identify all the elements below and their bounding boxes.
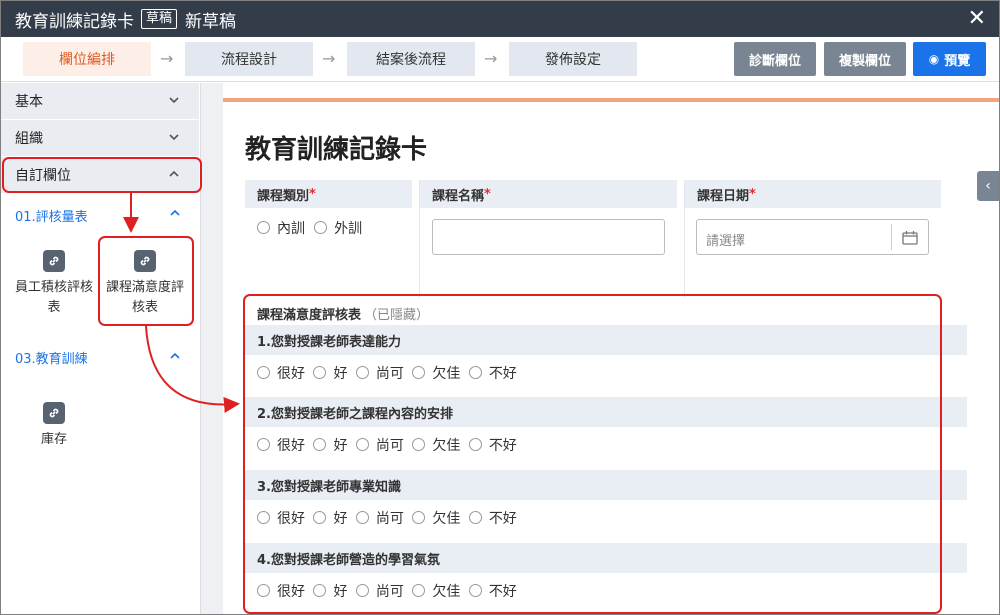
rating-options: 很好 好 尚可 欠佳 不好 — [257, 435, 521, 455]
field-item-label: 員工積核評核 — [14, 280, 93, 295]
close-icon[interactable]: ✕ — [968, 6, 986, 31]
course-date-picker[interactable]: 請選擇 — [696, 219, 929, 255]
radio-option[interactable]: 尚可 — [355, 435, 404, 455]
sidebar-group-custom[interactable]: 自訂欄位 — [1, 157, 199, 193]
preview-label: 預覽 — [944, 53, 971, 69]
step-post-close-flow[interactable]: 結案後流程 — [347, 42, 475, 76]
link-icon — [43, 250, 65, 272]
field-item-course-satisfaction[interactable]: 課程滿意度評 核表 — [100, 250, 190, 318]
arrow-right-icon: → — [160, 49, 174, 68]
hidden-note: （已隱藏） — [364, 308, 430, 323]
link-icon — [43, 402, 65, 424]
field-item-label: 核表 — [131, 300, 158, 315]
field-label: 課程日期 — [697, 188, 750, 204]
arrow-right-icon: → — [322, 49, 336, 68]
subgroup-evaluation[interactable]: 01.評核量表 — [15, 206, 88, 225]
radio-option[interactable]: 欠佳 — [412, 508, 460, 528]
link-icon — [134, 250, 156, 272]
form-canvas: ‹ 教育訓練記錄卡 課程類別* 內訓 外訓 課程名稱* 課程日期* 請選擇 — [223, 83, 999, 614]
eye-icon: ◉ — [928, 52, 940, 66]
section-title: 課程滿意度評核表 （已隱藏） — [257, 308, 430, 323]
window-title: 教育訓練記錄卡 — [15, 11, 134, 32]
radio-option[interactable]: 欠佳 — [412, 581, 460, 601]
form-title: 教育訓練記錄卡 — [245, 135, 428, 165]
required-mark: * — [749, 186, 756, 202]
field-course-name-label[interactable]: 課程名稱 * — [420, 180, 677, 208]
radio-option[interactable]: 很好 — [257, 363, 305, 383]
collapse-panel-icon[interactable]: ‹ — [977, 171, 999, 201]
radio-option[interactable]: 不好 — [468, 435, 517, 455]
canvas-gutter — [201, 83, 223, 614]
field-label: 課程類別 — [257, 188, 310, 204]
chevron-up-icon[interactable] — [168, 349, 182, 363]
radio-option[interactable]: 外訓 — [314, 218, 362, 238]
diagnose-button[interactable]: 診斷欄位 — [734, 42, 816, 76]
title-bar: 教育訓練記錄卡 草稿 新草稿 ✕ — [1, 1, 999, 37]
field-label: 課程名稱 — [432, 188, 485, 204]
field-item-inventory[interactable]: 庫存 — [9, 402, 99, 450]
radio-option[interactable]: 尚可 — [355, 508, 404, 528]
radio-option[interactable]: 不好 — [468, 363, 517, 383]
copy-field-button[interactable]: 複製欄位 — [824, 42, 906, 76]
draft-name: 新草稿 — [185, 11, 237, 32]
radio-option[interactable]: 好 — [313, 581, 347, 601]
field-course-date-label[interactable]: 課程日期 * — [685, 180, 941, 208]
field-course-category-label[interactable]: 課程類別 * — [245, 180, 412, 208]
step-flow-design[interactable]: 流程設計 — [185, 42, 313, 76]
sidebar-group-org[interactable]: 組織 — [1, 120, 199, 156]
required-mark: * — [484, 186, 491, 202]
field-sidebar: 基本 組織 自訂欄位 01.評核量表 員工積核評核 表 課程滿意度評 核表 03… — [1, 83, 201, 614]
course-name-input[interactable] — [432, 219, 665, 255]
radio-option[interactable]: 好 — [313, 363, 347, 383]
sidebar-group-label: 組織 — [15, 131, 43, 147]
question-heading[interactable]: 3.您對授課老師專業知識 — [245, 470, 967, 500]
radio-option[interactable]: 尚可 — [355, 363, 404, 383]
draft-badge: 草稿 — [141, 9, 178, 29]
rating-options: 很好 好 尚可 欠佳 不好 — [257, 508, 521, 528]
subgroup-training[interactable]: 03.教育訓練 — [15, 348, 88, 367]
course-category-options: 內訓 外訓 — [257, 218, 366, 238]
steps-bar: 欄位編排 → 流程設計 → 結案後流程 → 發佈設定 診斷欄位 複製欄位 ◉ 預… — [1, 37, 999, 82]
question-heading[interactable]: 2.您對授課老師之課程內容的安排 — [245, 397, 967, 427]
date-placeholder: 請選擇 — [706, 234, 746, 249]
radio-option[interactable]: 很好 — [257, 435, 305, 455]
rating-options: 很好 好 尚可 欠佳 不好 — [257, 581, 521, 601]
preview-button[interactable]: ◉ 預覽 — [913, 42, 986, 76]
question-heading[interactable]: 1.您對授課老師表達能力 — [245, 325, 967, 355]
radio-option[interactable]: 好 — [313, 435, 347, 455]
sidebar-group-label: 基本 — [15, 94, 43, 110]
radio-option[interactable]: 不好 — [468, 581, 517, 601]
accent-line — [223, 98, 999, 102]
field-item-label: 庫存 — [40, 432, 67, 447]
sidebar-group-basic[interactable]: 基本 — [1, 83, 199, 119]
radio-option[interactable]: 欠佳 — [412, 363, 460, 383]
required-mark: * — [309, 186, 316, 202]
radio-option[interactable]: 好 — [313, 508, 347, 528]
arrow-right-icon: → — [484, 49, 498, 68]
radio-option[interactable]: 欠佳 — [412, 435, 460, 455]
sidebar-group-label: 自訂欄位 — [15, 168, 71, 184]
radio-option[interactable]: 不好 — [468, 508, 517, 528]
radio-option[interactable]: 很好 — [257, 508, 305, 528]
step-publish-settings[interactable]: 發佈設定 — [509, 42, 637, 76]
chevron-up-icon — [169, 170, 179, 177]
step-layout[interactable]: 欄位編排 — [23, 42, 151, 76]
radio-option[interactable]: 內訓 — [257, 218, 305, 238]
rating-options: 很好 好 尚可 欠佳 不好 — [257, 363, 521, 383]
field-item-label: 課程滿意度評 — [105, 280, 184, 295]
chevron-up-icon[interactable] — [168, 206, 182, 220]
radio-option[interactable]: 尚可 — [355, 581, 404, 601]
calendar-icon[interactable] — [902, 230, 918, 245]
question-heading[interactable]: 4.您對授課老師營造的學習氣氛 — [245, 543, 967, 573]
field-item-employee-review[interactable]: 員工積核評核 表 — [9, 250, 99, 318]
radio-option[interactable]: 很好 — [257, 581, 305, 601]
chevron-down-icon — [169, 134, 179, 141]
field-item-label: 表 — [47, 300, 61, 315]
app-window: 教育訓練記錄卡 草稿 新草稿 ✕ 欄位編排 → 流程設計 → 結案後流程 → 發… — [0, 0, 1000, 615]
chevron-down-icon — [169, 97, 179, 104]
